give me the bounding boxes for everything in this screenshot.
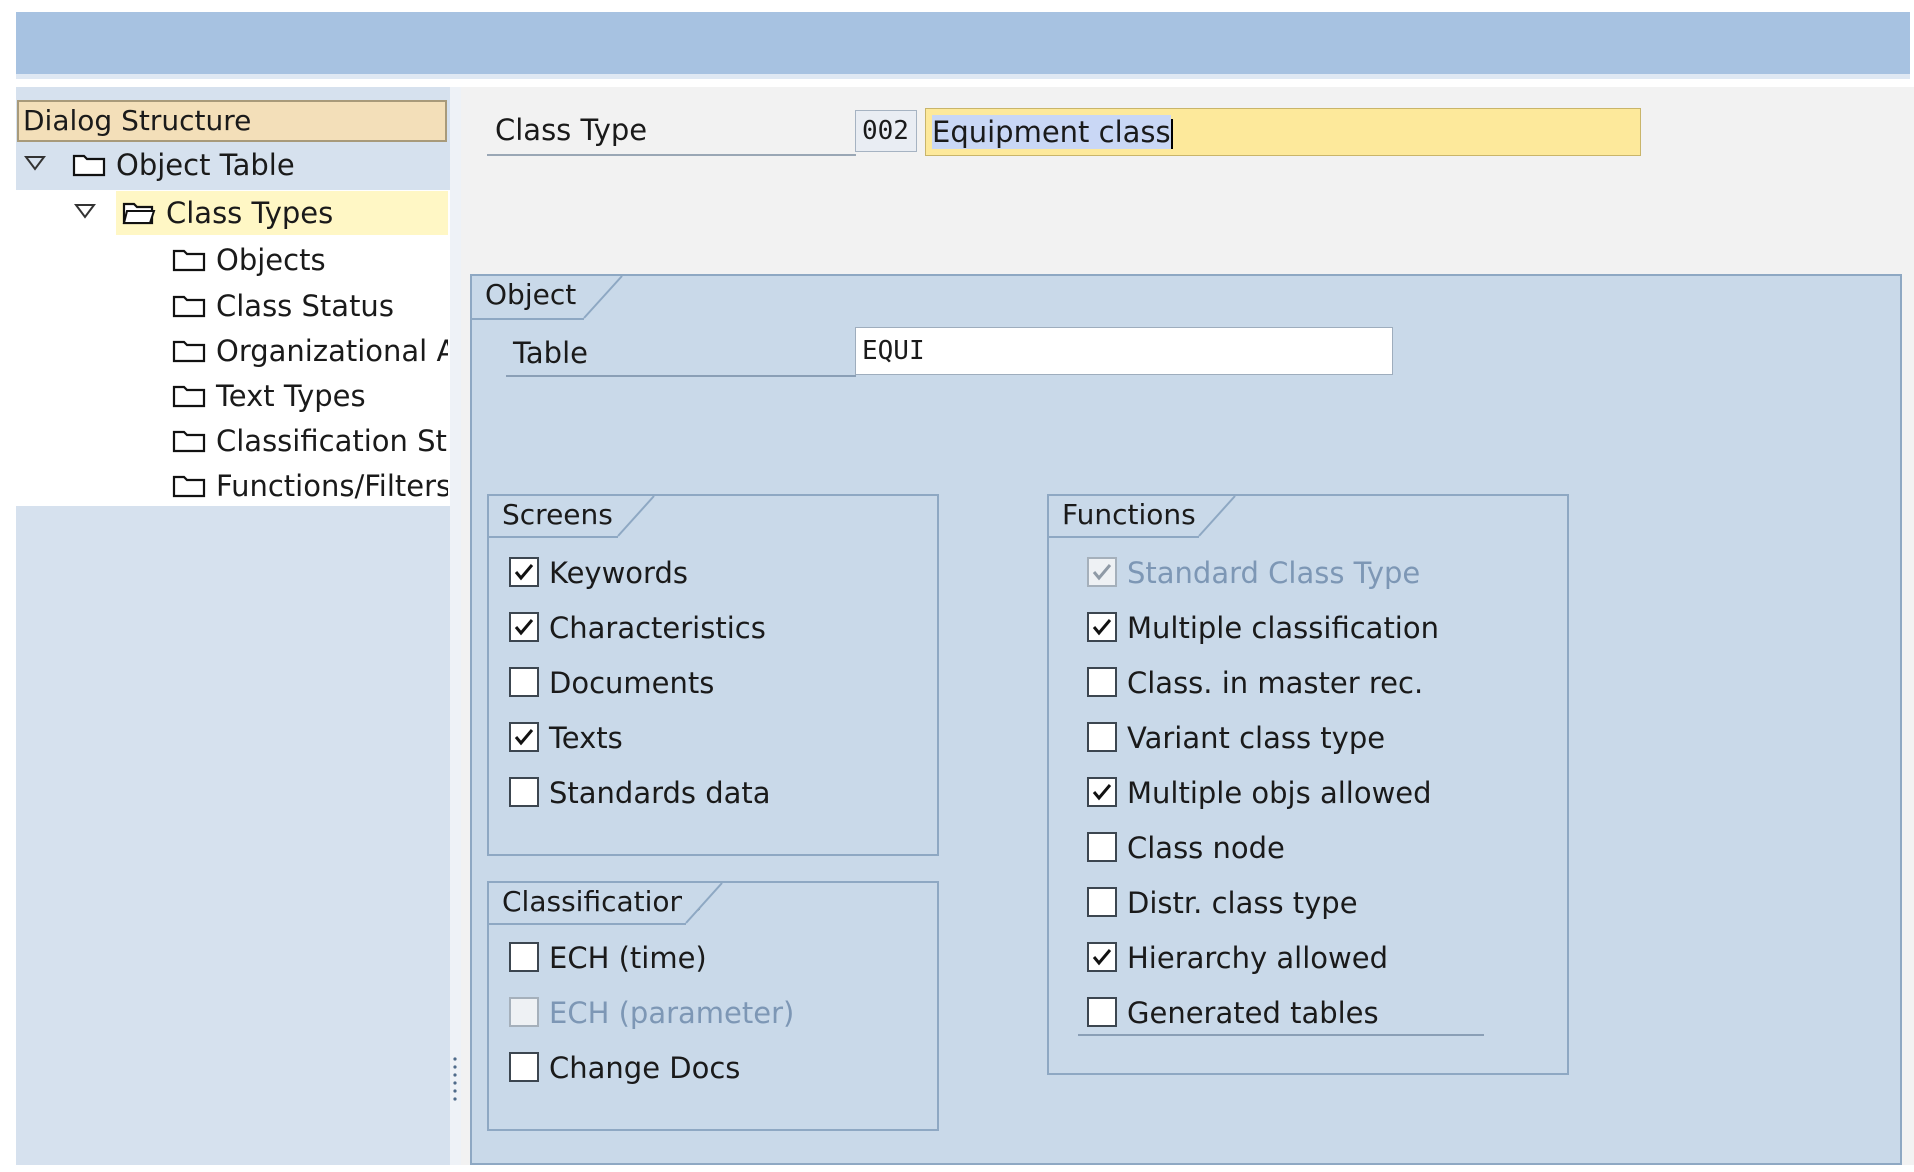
checkbox-label: Standard Class Type bbox=[1127, 556, 1421, 590]
checkbox-checked-icon[interactable] bbox=[509, 722, 539, 752]
tab-corner bbox=[614, 495, 655, 537]
checkbox-label: Hierarchy allowed bbox=[1127, 941, 1388, 975]
table-label: Table bbox=[513, 336, 588, 370]
checkbox-checked-icon[interactable] bbox=[509, 557, 539, 587]
tree-item-label: Class Status bbox=[216, 289, 394, 323]
title-bar bbox=[16, 12, 1910, 74]
checkbox-label: Documents bbox=[549, 666, 715, 700]
checkbox-label: Keywords bbox=[549, 556, 688, 590]
tree-item-label: Organizational Ar bbox=[216, 334, 448, 368]
checkbox-label: ECH (parameter) bbox=[549, 996, 795, 1030]
folder-icon bbox=[72, 154, 106, 177]
tree-item-object-table[interactable]: Object Table bbox=[20, 143, 448, 187]
class-type-code-field: 002 bbox=[855, 110, 917, 152]
tree-item-text-types[interactable]: Text Types bbox=[20, 374, 448, 418]
tree-item-label: Objects bbox=[216, 243, 326, 277]
tree-item-label: Functions/Filters bbox=[216, 469, 448, 503]
tree-item-label: Object Table bbox=[116, 148, 295, 182]
checkbox-label: Generated tables bbox=[1127, 996, 1379, 1030]
tree-item-functions-filters[interactable]: Functions/Filters bbox=[20, 464, 448, 508]
checkbox-label: Class node bbox=[1127, 831, 1285, 865]
checkbox-label: Change Docs bbox=[549, 1051, 741, 1085]
checkbox-unchecked-icon[interactable] bbox=[1087, 667, 1117, 697]
folder-icon bbox=[172, 475, 206, 498]
folder-icon bbox=[172, 385, 206, 408]
folder-icon bbox=[172, 295, 206, 318]
label-underline bbox=[487, 154, 856, 156]
open-folder-icon bbox=[122, 202, 156, 225]
checkbox-unchecked-icon[interactable] bbox=[1087, 832, 1117, 862]
tab-corner bbox=[1195, 495, 1236, 537]
tab-corner bbox=[682, 882, 723, 924]
tab-corner bbox=[580, 275, 623, 319]
checkbox-disabled-checked-icon bbox=[1087, 557, 1117, 587]
checkbox-label: ECH (time) bbox=[549, 941, 707, 975]
checkbox-disabled-icon bbox=[509, 997, 539, 1027]
tree-item-class-status[interactable]: Class Status bbox=[20, 284, 448, 328]
checkbox-checked-icon[interactable] bbox=[1087, 777, 1117, 807]
tab-underline bbox=[1049, 536, 1199, 538]
checkbox-label: Variant class type bbox=[1127, 721, 1386, 755]
tree-item-label: Class Types bbox=[166, 196, 334, 230]
checkbox-unchecked-icon[interactable] bbox=[509, 942, 539, 972]
label-underline bbox=[1078, 1034, 1484, 1036]
checkbox-unchecked-icon[interactable] bbox=[1087, 722, 1117, 752]
text-cursor bbox=[1170, 119, 1173, 149]
object-group-title: Object bbox=[472, 276, 584, 318]
checkbox-unchecked-icon[interactable] bbox=[1087, 997, 1117, 1027]
checkbox-unchecked-icon[interactable] bbox=[1087, 887, 1117, 917]
collapse-triangle-icon[interactable] bbox=[74, 203, 96, 219]
dialog-structure-header: Dialog Structure bbox=[17, 100, 447, 142]
checkbox-label: Class. in master rec. bbox=[1127, 666, 1424, 700]
title-bar-divider bbox=[16, 74, 1910, 79]
checkbox-unchecked-icon[interactable] bbox=[509, 667, 539, 697]
folder-icon bbox=[172, 340, 206, 363]
label-underline bbox=[506, 375, 856, 377]
tree-item-label: Classification Stat bbox=[216, 424, 448, 458]
checkbox-label: Distr. class type bbox=[1127, 886, 1358, 920]
checkbox-unchecked-icon[interactable] bbox=[509, 777, 539, 807]
tree-item-objects[interactable]: Objects bbox=[20, 238, 448, 282]
class-type-description-field[interactable]: Equipment class bbox=[925, 108, 1641, 156]
classifications-group-title: Classifications bbox=[489, 883, 702, 923]
checkbox-label: Multiple classification bbox=[1127, 611, 1439, 645]
checkbox-checked-icon[interactable] bbox=[509, 612, 539, 642]
tree-item-class-types[interactable]: Class Types bbox=[20, 191, 448, 235]
splitter-grip-icon[interactable] bbox=[452, 1055, 458, 1103]
class-type-label: Class Type bbox=[495, 113, 648, 147]
checkbox-checked-icon[interactable] bbox=[1087, 942, 1117, 972]
screens-group-title: Screens bbox=[489, 496, 618, 536]
tab-underline bbox=[472, 318, 584, 320]
collapse-triangle-icon[interactable] bbox=[24, 155, 46, 171]
checkbox-label: Texts bbox=[549, 721, 623, 755]
checkbox-label: Multiple objs allowed bbox=[1127, 776, 1432, 810]
table-input[interactable]: EQUI bbox=[855, 327, 1393, 375]
selected-text: Equipment class bbox=[932, 115, 1171, 149]
folder-icon bbox=[172, 249, 206, 272]
functions-group-title: Functions bbox=[1049, 496, 1199, 536]
panel-splitter[interactable] bbox=[450, 87, 461, 1165]
checkbox-unchecked-icon[interactable] bbox=[509, 1052, 539, 1082]
tree-item-label: Text Types bbox=[216, 379, 366, 413]
tree-item-classification-status[interactable]: Classification Stat bbox=[20, 419, 448, 463]
checkbox-checked-icon[interactable] bbox=[1087, 612, 1117, 642]
folder-icon bbox=[172, 430, 206, 453]
tab-underline bbox=[489, 536, 618, 538]
tree-item-organizational-areas[interactable]: Organizational Ar bbox=[20, 329, 448, 373]
checkbox-label: Characteristics bbox=[549, 611, 766, 645]
tab-underline bbox=[489, 923, 686, 925]
checkbox-label: Standards data bbox=[549, 776, 771, 810]
